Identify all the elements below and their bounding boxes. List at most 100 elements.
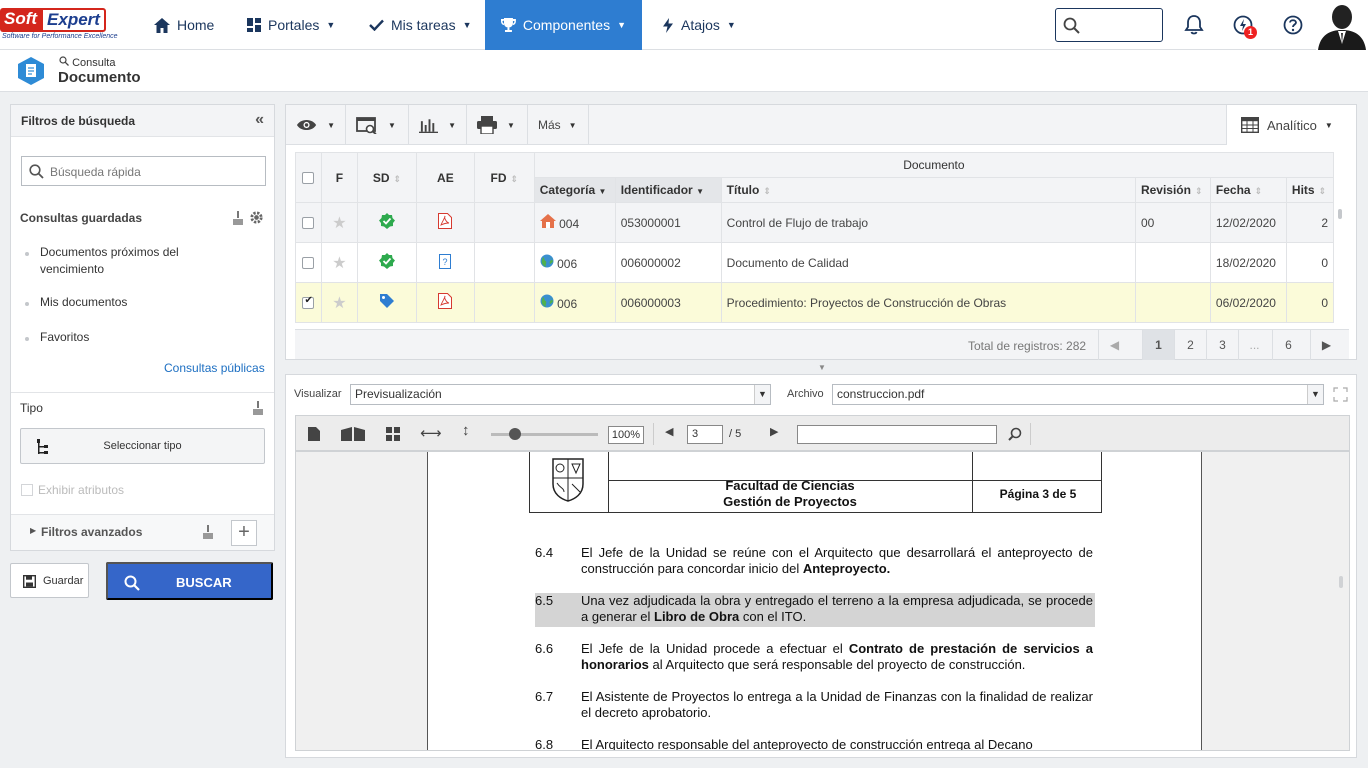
preview-menu-button[interactable]: ▼ [346, 105, 409, 145]
fullscreen-icon[interactable] [1333, 387, 1348, 402]
broom-icon[interactable] [202, 525, 214, 539]
star-icon[interactable]: ★ [332, 295, 346, 312]
column-header-titulo[interactable]: Título ⇕ [720, 177, 1136, 203]
page-number-input[interactable]: 3 [687, 425, 723, 444]
star-icon[interactable]: ★ [332, 255, 346, 272]
saved-query-item[interactable]: Documentos próximos del vencimiento [25, 244, 240, 278]
zoom-slider[interactable] [491, 433, 598, 436]
file-select[interactable]: construccion.pdf ▼ [832, 384, 1324, 405]
top-navbar: Soft Expert Software for Performance Exce… [0, 0, 1368, 50]
previous-page-icon[interactable]: ◀ [665, 425, 673, 438]
add-filter-button[interactable]: + [231, 520, 257, 546]
select-all-header[interactable] [295, 152, 322, 203]
pdf-file-icon[interactable] [438, 213, 453, 229]
row-checkbox[interactable] [302, 217, 315, 230]
gear-icon[interactable] [249, 210, 264, 225]
save-button[interactable]: Guardar [10, 563, 89, 598]
two-page-icon[interactable] [341, 427, 365, 441]
row-select-cell[interactable] [295, 242, 322, 283]
column-header-hits[interactable]: Hits ⇕ [1285, 177, 1335, 203]
search-button[interactable]: BUSCAR [106, 562, 273, 600]
identifier-cell: 053000001 [614, 202, 722, 243]
sort-desc-icon: ▼ [696, 187, 704, 196]
splitter-handle[interactable]: ▼ [807, 363, 837, 373]
nav-atajos[interactable]: Atajos ▼ [662, 0, 736, 50]
table-scrollbar-thumb[interactable] [1338, 209, 1342, 219]
advanced-filters-toggle[interactable]: ▶ Filtros avanzados + [11, 514, 274, 550]
column-header-fecha[interactable]: Fecha ⇕ [1209, 177, 1287, 203]
pdf-scrollbar-thumb[interactable] [1339, 576, 1343, 588]
public-queries-link[interactable]: Consultas públicas [164, 361, 265, 375]
attachment-cell[interactable] [415, 282, 475, 323]
results-table: F SD ⇕ AE FD ⇕ Documento Categoría ▼ Ident… [295, 152, 1335, 323]
filters-title: Filtros de búsqueda [21, 114, 136, 128]
visualize-select[interactable]: Previsualización ▼ [350, 384, 771, 405]
quick-search-input[interactable]: Búsqueda rápida [21, 156, 266, 186]
zoom-value[interactable]: 100% [608, 426, 644, 444]
next-page-icon[interactable]: ▶ [770, 425, 778, 438]
select-all-checkbox[interactable] [302, 172, 315, 185]
fit-height-icon[interactable]: ↕ [462, 422, 470, 439]
broom-icon[interactable] [232, 211, 244, 225]
fit-width-icon[interactable]: ⟷ [420, 424, 442, 442]
star-icon[interactable]: ★ [332, 215, 346, 232]
nav-home[interactable]: Home [154, 0, 214, 50]
nav-mis-tareas[interactable]: Mis tareas ▼ [369, 0, 472, 50]
date-cell: 18/02/2020 [1209, 242, 1287, 283]
bell-icon[interactable] [1183, 14, 1205, 36]
row-select-cell[interactable] [295, 282, 322, 323]
nav-componentes[interactable]: Componentes ▼ [485, 0, 642, 50]
previous-page-button[interactable]: ◀ [1098, 330, 1130, 360]
table-row[interactable]: ★ ? 006 006000002 Documento de Calidad 1… [295, 242, 1335, 283]
user-avatar[interactable] [1316, 0, 1368, 50]
thumbnails-icon[interactable] [386, 427, 400, 441]
page-button[interactable]: 6 [1272, 330, 1304, 360]
more-menu-button[interactable]: Más ▼ [528, 105, 589, 145]
page-button[interactable]: 3 [1206, 330, 1238, 360]
chart-menu-button[interactable]: ▼ [409, 105, 467, 145]
next-page-button[interactable]: ▶ [1310, 330, 1342, 360]
column-header-sd[interactable]: SD ⇕ [356, 152, 417, 203]
select-type-button[interactable]: Seleccionar tipo [20, 428, 265, 464]
broom-icon[interactable] [252, 401, 264, 415]
view-menu-button[interactable]: ▼ [286, 105, 346, 145]
analytic-view-dropdown[interactable]: Analítico ▼ [1226, 105, 1356, 145]
row-select-cell[interactable] [295, 202, 322, 243]
global-search-input[interactable] [1055, 8, 1163, 42]
pdf-file-icon[interactable] [438, 293, 453, 309]
saved-query-item[interactable]: Favoritos [25, 329, 240, 346]
column-header-fd[interactable]: FD ⇕ [473, 152, 535, 203]
page-button[interactable]: 1 [1142, 330, 1174, 360]
tipo-label: Tipo [20, 401, 43, 415]
row-checkbox[interactable] [302, 257, 315, 270]
softexpert-logo[interactable]: Soft Expert Software for Performance Exce… [0, 8, 132, 46]
zoom-slider-handle[interactable] [509, 428, 521, 440]
unknown-file-icon[interactable]: ? [439, 253, 452, 269]
table-row[interactable]: ★ 006 006000003 Procedimiento: Proyectos… [295, 282, 1335, 323]
column-header-ae[interactable]: AE [415, 152, 475, 203]
single-page-icon[interactable] [308, 427, 320, 441]
print-menu-button[interactable]: ▼ [467, 105, 528, 145]
attachment-cell[interactable]: ? [415, 242, 475, 283]
title-cell: Documento de Calidad [720, 242, 1136, 283]
column-header-categoria[interactable]: Categoría ▼ [533, 177, 616, 203]
search-icon[interactable] [1008, 427, 1022, 441]
title-cell: Control de Flujo de trabajo [720, 202, 1136, 243]
collapse-icon[interactable]: « [255, 111, 264, 129]
row-checkbox-checked[interactable] [302, 295, 315, 310]
pdf-canvas[interactable]: Facultad de Ciencias Gestión de Proyecto… [295, 451, 1350, 751]
saved-query-item[interactable]: Mis documentos [25, 294, 240, 311]
help-icon[interactable] [1282, 14, 1304, 36]
favorite-cell[interactable]: ★ [320, 202, 358, 243]
column-header-f[interactable]: F [320, 152, 358, 203]
favorite-cell[interactable]: ★ [320, 282, 358, 323]
breadcrumb[interactable]: Consulta [59, 56, 115, 69]
attachment-cell[interactable] [415, 202, 475, 243]
nav-portales[interactable]: Portales ▼ [247, 0, 335, 50]
page-button[interactable]: 2 [1174, 330, 1206, 360]
favorite-cell[interactable]: ★ [320, 242, 358, 283]
table-row[interactable]: ★ 004 053000001 Control de Flujo de trab… [295, 202, 1335, 243]
column-header-identificador[interactable]: Identificador ▼ [614, 177, 722, 203]
pdf-search-input[interactable] [797, 425, 997, 444]
column-header-revision[interactable]: Revisión ⇕ [1134, 177, 1211, 203]
